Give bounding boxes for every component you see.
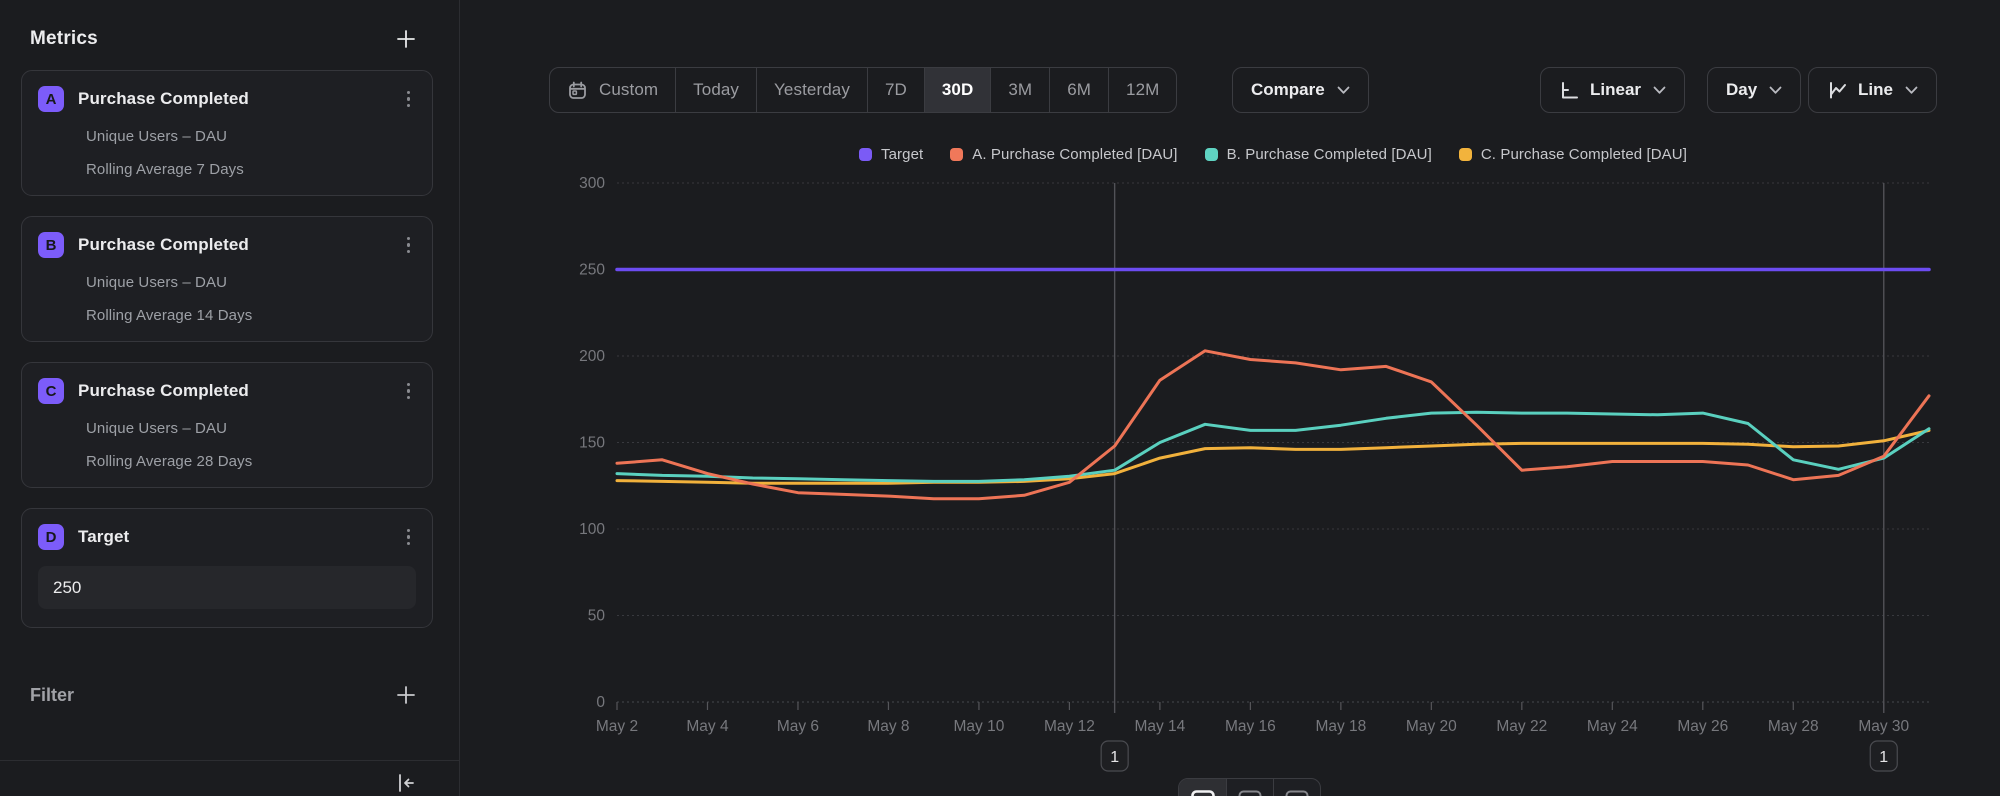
metric-title: Purchase Completed <box>78 89 401 109</box>
metric-card-header: A Purchase Completed <box>38 86 416 112</box>
y-axis-label: 100 <box>579 521 605 538</box>
metrics-section-title: Metrics <box>30 28 98 50</box>
annotation-badge-label: 1 <box>1879 749 1888 766</box>
x-axis-label: May 4 <box>686 718 729 735</box>
collapse-sidebar-button[interactable] <box>391 769 419 796</box>
y-axis-label: 200 <box>579 348 605 365</box>
target-card-header: D Target <box>38 524 416 550</box>
kebab-menu-icon[interactable] <box>401 525 417 550</box>
x-axis-label: May 28 <box>1768 718 1819 735</box>
add-filter-button[interactable] <box>393 682 419 708</box>
x-axis-label: May 20 <box>1406 718 1457 735</box>
x-axis-label: May 18 <box>1315 718 1366 735</box>
x-axis-label: May 6 <box>777 718 819 735</box>
y-axis-label: 50 <box>588 608 606 625</box>
kebab-menu-icon[interactable] <box>401 87 417 112</box>
metric-event: Unique Users – DAU <box>86 274 416 291</box>
metric-transform: Rolling Average 14 Days <box>86 307 416 324</box>
metric-title: Purchase Completed <box>78 235 401 255</box>
metric-card-a[interactable]: A Purchase Completed Unique Users – DAU Rol… <box>21 70 433 196</box>
split-view-icon <box>1238 790 1262 796</box>
metric-transform: Rolling Average 7 Days <box>86 161 416 178</box>
x-axis-label: May 24 <box>1587 718 1638 735</box>
y-axis-label: 150 <box>579 435 605 452</box>
series-b <box>617 412 1929 481</box>
collapse-left-icon <box>393 771 417 795</box>
filter-section-title: Filter <box>30 685 74 706</box>
view-toggle-table[interactable] <box>1273 779 1320 796</box>
kebab-menu-icon[interactable] <box>401 379 417 404</box>
view-toggle-chart[interactable] <box>1179 779 1226 796</box>
metric-event: Unique Users – DAU <box>86 128 416 145</box>
metric-card-list: A Purchase Completed Unique Users – DAU Rol… <box>0 52 459 488</box>
y-axis-label: 0 <box>596 694 605 711</box>
plus-icon <box>395 684 417 706</box>
filter-section: Filter <box>0 648 459 708</box>
sidebar-header: Metrics <box>0 0 459 52</box>
x-axis-label: May 2 <box>596 718 638 735</box>
target-card-wrap: D Target <box>0 508 459 628</box>
x-axis-label: May 12 <box>1044 718 1095 735</box>
metric-card-header: C Purchase Completed <box>38 378 416 404</box>
metric-badge-c: C <box>38 378 64 404</box>
metric-card-b[interactable]: B Purchase Completed Unique Users – DAU Rol… <box>21 216 433 342</box>
plus-icon <box>395 28 417 50</box>
table-view-icon <box>1285 790 1309 796</box>
x-axis-label: May 10 <box>954 718 1005 735</box>
y-axis-label: 250 <box>579 262 605 279</box>
main-panel: CustomTodayYesterday7D30D3M6M12M Compare… <box>460 0 2000 796</box>
metric-badge-b: B <box>38 232 64 258</box>
y-axis-label: 300 <box>579 175 605 192</box>
series-c <box>617 430 1929 483</box>
target-card-title: Target <box>78 527 401 547</box>
line-chart: 0 50 100 150 200 250 300 May 2 May 4 May 6 May 8 Ma… <box>460 0 2000 796</box>
metric-transform: Rolling Average 28 Days <box>86 453 416 470</box>
add-metric-button[interactable] <box>393 26 419 52</box>
x-axis-label: May 22 <box>1496 718 1547 735</box>
metric-badge-d: D <box>38 524 64 550</box>
sidebar: Metrics A Purchase Completed Unique Users … <box>0 0 460 796</box>
x-axis-label: May 26 <box>1677 718 1728 735</box>
kebab-menu-icon[interactable] <box>401 233 417 258</box>
metric-card-c[interactable]: C Purchase Completed Unique Users – DAU Rol… <box>21 362 433 488</box>
x-axis-label: May 30 <box>1858 718 1909 735</box>
metric-title: Purchase Completed <box>78 381 401 401</box>
metric-event: Unique Users – DAU <box>86 420 416 437</box>
target-value-input[interactable] <box>38 566 416 609</box>
metric-card-header: B Purchase Completed <box>38 232 416 258</box>
app-root: Metrics A Purchase Completed Unique Users … <box>0 0 2000 796</box>
chart-view-icon <box>1191 790 1215 796</box>
series-a <box>617 351 1929 499</box>
annotation-badge-label: 1 <box>1110 749 1119 766</box>
target-card[interactable]: D Target <box>21 508 433 628</box>
x-axis-label: May 16 <box>1225 718 1276 735</box>
view-toggle-split[interactable] <box>1226 779 1273 796</box>
metric-badge-a: A <box>38 86 64 112</box>
x-axis-label: May 14 <box>1134 718 1185 735</box>
x-axis-label: May 8 <box>867 718 909 735</box>
sidebar-footer <box>0 760 459 796</box>
view-toggle-control <box>1178 778 1321 796</box>
